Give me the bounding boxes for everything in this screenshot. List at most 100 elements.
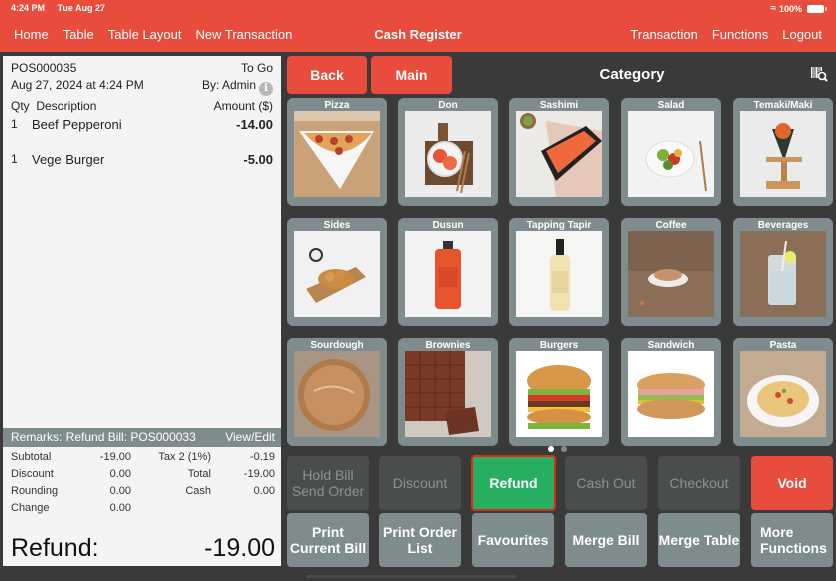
checkout-button[interactable]: Checkout <box>658 456 740 510</box>
wifi-icon: ≈ <box>770 3 776 14</box>
nav-functions[interactable]: Functions <box>712 27 768 42</box>
category-tile-coffee[interactable]: Coffee <box>621 218 721 326</box>
category-image <box>294 351 380 437</box>
cashier: By: Admin <box>201 78 256 92</box>
nav-transaction[interactable]: Transaction <box>630 27 697 42</box>
page-dot-1[interactable] <box>548 446 554 452</box>
checkout-label: Checkout <box>669 475 729 491</box>
cash-label: Cash <box>185 485 211 497</box>
discount-button-label: Discount <box>392 475 448 491</box>
print-order-list-button[interactable]: Print Order List <box>379 513 461 567</box>
category-tile-beverages[interactable]: Beverages <box>733 218 833 326</box>
category-tile-label: Coffee <box>655 220 687 231</box>
category-tile-sandwich[interactable]: Sandwich <box>621 338 721 446</box>
status-bar-right: ≈ 100% <box>770 3 827 14</box>
category-tile-tapping-tapir[interactable]: Tapping Tapir <box>509 218 609 326</box>
category-image <box>628 111 714 197</box>
void-label: Void <box>777 475 807 491</box>
category-image <box>405 351 491 437</box>
subtotal-label: Subtotal <box>11 451 52 463</box>
more-functions-button[interactable]: More Functions <box>751 513 833 567</box>
category-tile-label: Pasta <box>769 340 797 351</box>
category-tile-don[interactable]: Don <box>398 98 498 206</box>
category-tile-label: Don <box>438 100 458 111</box>
rounding-label: Rounding <box>11 485 59 497</box>
tax-value: -0.19 <box>249 451 275 463</box>
category-image <box>516 111 602 197</box>
print-current-bill-button[interactable]: Print Current Bill <box>287 513 369 567</box>
page-dot-2[interactable] <box>561 446 567 452</box>
totals-row: Subtotal -19.00 Tax 2 (1%) -0.19 <box>11 451 275 468</box>
merge-bill-label: Merge Bill <box>572 532 640 548</box>
merge-table-button[interactable]: Merge Table <box>658 513 740 567</box>
header-amount: Amount ($) <box>213 99 273 113</box>
category-tile-brownies[interactable]: Brownies <box>398 338 498 446</box>
receipt-header-line-2: Aug 27, 2024 at 4:24 PM By: Admin i <box>11 78 273 96</box>
tax-label: Tax 2 (1%) <box>158 451 211 463</box>
barcode-search-icon[interactable] <box>810 66 828 82</box>
line-item[interactable]: 1 Beef Pepperoni -14.00 <box>11 117 273 132</box>
category-title: Category <box>599 66 665 83</box>
category-image <box>405 231 491 317</box>
print-order-list-label: Print Order List <box>383 524 457 556</box>
main-button[interactable]: Main <box>371 56 452 94</box>
category-tile-pasta[interactable]: Pasta <box>733 338 833 446</box>
grand-total-value: -19.00 <box>204 534 275 562</box>
category-image <box>740 351 826 437</box>
favourites-button[interactable]: Favourites <box>472 513 554 567</box>
receipt-header-line-1: POS000035 To Go <box>11 61 273 75</box>
view-edit-link[interactable]: View/Edit <box>225 430 275 447</box>
category-image <box>740 231 826 317</box>
merge-bill-button[interactable]: Merge Bill <box>565 513 647 567</box>
category-image <box>294 231 380 317</box>
category-tile-label: Sourdough <box>310 340 364 351</box>
nav-table-layout[interactable]: Table Layout <box>108 27 182 42</box>
category-tile-label: Tapping Tapir <box>526 220 592 231</box>
category-tile-label: Salad <box>657 100 685 111</box>
category-tile-sides[interactable]: Sides <box>287 218 387 326</box>
total-value: -19.00 <box>243 468 275 480</box>
header-description: Description <box>36 99 97 113</box>
category-tile-temaki-maki[interactable]: Temaki/Maki <box>733 98 833 206</box>
totals-section: Subtotal -19.00 Tax 2 (1%) -0.19 Discoun… <box>11 451 275 519</box>
category-tile-burgers[interactable]: Burgers <box>509 338 609 446</box>
category-tile-sashimi[interactable]: Sashimi <box>509 98 609 206</box>
info-icon[interactable]: i <box>259 82 273 96</box>
category-image <box>405 111 491 197</box>
hold-bill-send-order-button[interactable]: Hold Bill Send Order <box>287 456 369 510</box>
discount-button[interactable]: Discount <box>379 456 461 510</box>
back-button[interactable]: Back <box>287 56 367 94</box>
category-image <box>516 231 602 317</box>
page-title: Cash Register <box>374 27 462 42</box>
item-amount: -14.00 <box>236 117 273 132</box>
subtotal-value: -19.00 <box>99 451 131 463</box>
nav-table[interactable]: Table <box>63 27 94 42</box>
bill-datetime: Aug 27, 2024 at 4:24 PM <box>11 78 144 92</box>
category-tile-label: Brownies <box>425 340 471 351</box>
nav-new-transaction[interactable]: New Transaction <box>196 27 293 42</box>
grand-total: Refund: -19.00 <box>11 534 275 563</box>
remarks-bar: Remarks: Refund Bill: POS000033 View/Edi… <box>3 428 281 447</box>
category-image <box>628 351 714 437</box>
category-tile-sourdough[interactable]: Sourdough <box>287 338 387 446</box>
receipt-panel: POS000035 To Go Aug 27, 2024 at 4:24 PM … <box>3 56 281 566</box>
change-value: 0.00 <box>109 502 131 514</box>
rounding-value: 0.00 <box>109 485 131 497</box>
category-tile-salad[interactable]: Salad <box>621 98 721 206</box>
category-tile-pizza[interactable]: Pizza <box>287 98 387 206</box>
print-current-bill-label: Print Current Bill <box>289 524 367 556</box>
category-tile-label: Burgers <box>539 340 579 351</box>
page-indicator <box>548 446 567 452</box>
refund-button[interactable]: Refund <box>471 455 556 511</box>
order-type[interactable]: To Go <box>241 61 273 75</box>
cash-out-button[interactable]: Cash Out <box>565 456 647 510</box>
nav-left: Home Table Table Layout New Transaction <box>14 27 292 42</box>
refund-button-label: Refund <box>489 475 538 491</box>
nav-home[interactable]: Home <box>14 27 49 42</box>
nav-logout[interactable]: Logout <box>782 27 822 42</box>
category-tile-label: Pizza <box>324 100 350 111</box>
line-item[interactable]: 1 Vege Burger -5.00 <box>11 152 273 167</box>
void-button[interactable]: Void <box>751 456 833 510</box>
horizontal-scrollbar[interactable] <box>306 575 516 578</box>
category-tile-dusun[interactable]: Dusun <box>398 218 498 326</box>
